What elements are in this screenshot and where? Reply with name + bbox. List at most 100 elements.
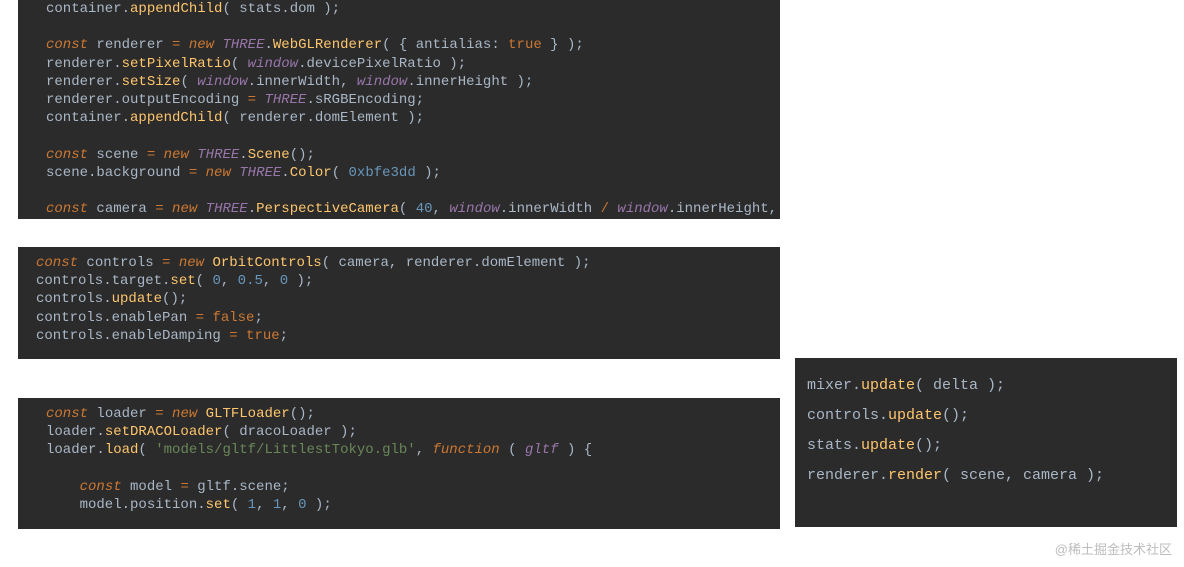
code-token (189, 147, 197, 163)
code-token: ( (231, 497, 248, 513)
code-line (46, 460, 770, 478)
code-token: true (246, 328, 280, 344)
code-line: renderer.setSize( window.innerWidth, win… (46, 73, 770, 91)
code-token: const (46, 37, 88, 53)
code-token: THREE (206, 201, 248, 217)
code-token: . (239, 147, 247, 163)
code-line: const model = gltf.scene; (46, 478, 770, 496)
code-token: (); (915, 437, 942, 454)
code-token: window (617, 201, 667, 217)
code-token: render (888, 467, 942, 484)
code-token: gltf.scene; (189, 479, 290, 495)
code-block-4: mixer.update( delta );controls.update();… (795, 358, 1177, 527)
code-token: ( delta ); (915, 377, 1005, 394)
code-token: ; (254, 310, 262, 326)
code-token (197, 406, 205, 422)
code-line: renderer.outputEncoding = THREE.sRGBEnco… (46, 91, 770, 109)
code-token: true (508, 37, 542, 53)
code-token: ( (180, 74, 197, 90)
code-token: window (449, 201, 499, 217)
code-token: setPixelRatio (122, 56, 231, 72)
code-line: renderer.setPixelRatio( window.devicePix… (46, 55, 770, 73)
code-token: controls. (807, 407, 888, 424)
code-token: update (861, 377, 915, 394)
code-token (155, 147, 163, 163)
code-line: controls.update(); (807, 401, 1167, 431)
code-line: const loader = new GLTFLoader(); (46, 405, 770, 423)
code-token: appendChild (130, 1, 222, 17)
code-token: new (206, 165, 231, 181)
code-line: controls.target.set( 0, 0.5, 0 ); (36, 272, 770, 290)
code-token: scene.background (46, 165, 189, 181)
code-line (46, 182, 770, 200)
code-token: model.position. (46, 497, 206, 513)
code-token: , (433, 201, 450, 217)
code-token: = (147, 147, 155, 163)
code-token: setSize (122, 74, 181, 90)
code-token: (); (290, 147, 315, 163)
code-line: loader.setDRACOLoader( dracoLoader ); (46, 423, 770, 441)
code-line (46, 18, 770, 36)
code-token: scene (88, 147, 147, 163)
code-token: 0 (280, 273, 288, 289)
code-block-2: const controls = new OrbitControls( came… (18, 247, 780, 359)
code-token: = (180, 479, 188, 495)
code-token: , (263, 273, 280, 289)
code-token: , (281, 497, 298, 513)
code-token: 40 (416, 201, 433, 217)
code-line: container.appendChild( renderer.domEleme… (46, 109, 770, 127)
code-token: = (248, 92, 256, 108)
code-token: Color (290, 165, 332, 181)
code-token: container. (46, 110, 130, 126)
code-token: controls.enablePan (36, 310, 196, 326)
code-token: .devicePixelRatio ); (298, 56, 466, 72)
code-token: . (281, 1, 289, 17)
code-token (231, 165, 239, 181)
code-token: THREE (264, 92, 306, 108)
code-token: ( dracoLoader ); (222, 424, 356, 440)
code-token (164, 406, 172, 422)
code-token: function (433, 442, 500, 458)
code-token: / (601, 201, 609, 217)
code-token: ( camera, renderer.domElement ); (322, 255, 591, 271)
code-token: 'models/gltf/LittlestTokyo.glb' (155, 442, 415, 458)
code-token: ( (500, 442, 525, 458)
code-line: const scene = new THREE.Scene(); (46, 146, 770, 164)
code-token: renderer. (46, 56, 122, 72)
code-line: controls.enablePan = false; (36, 309, 770, 327)
code-token: ( (196, 273, 213, 289)
code-line: camera.position.set( 5, 2, 8 ); (46, 218, 770, 219)
code-token (164, 201, 172, 217)
code-token (170, 255, 178, 271)
code-token: THREE (239, 165, 281, 181)
code-token: renderer. (807, 467, 888, 484)
code-token: stats (239, 1, 281, 17)
code-token: . (248, 201, 256, 217)
code-token (197, 201, 205, 217)
code-token: Scene (248, 147, 290, 163)
code-token: window (197, 74, 247, 90)
code-token: const (36, 255, 78, 271)
code-token: update (861, 437, 915, 454)
code-token: 0 (298, 497, 306, 513)
code-token (238, 328, 246, 344)
code-token: . (122, 1, 130, 17)
code-token: .innerHeight ); (407, 74, 533, 90)
code-token: PerspectiveCamera (256, 201, 399, 217)
code-token: OrbitControls (212, 255, 321, 271)
code-token: new (179, 255, 204, 271)
code-token: mixer. (807, 377, 861, 394)
code-token: const (46, 406, 88, 422)
code-token: ); (288, 273, 313, 289)
code-line: loader.load( 'models/gltf/LittlestTokyo.… (46, 441, 770, 459)
code-token: , (256, 497, 273, 513)
code-token: WebGLRenderer (273, 37, 382, 53)
code-line: controls.enableDamping = true; (36, 327, 770, 345)
code-token: controls. (36, 291, 112, 307)
code-token: new (164, 147, 189, 163)
code-line: const controls = new OrbitControls( came… (36, 254, 770, 272)
code-token: (); (942, 407, 969, 424)
code-token (46, 479, 80, 495)
code-token: (); (290, 406, 315, 422)
code-token: (); (162, 291, 187, 307)
